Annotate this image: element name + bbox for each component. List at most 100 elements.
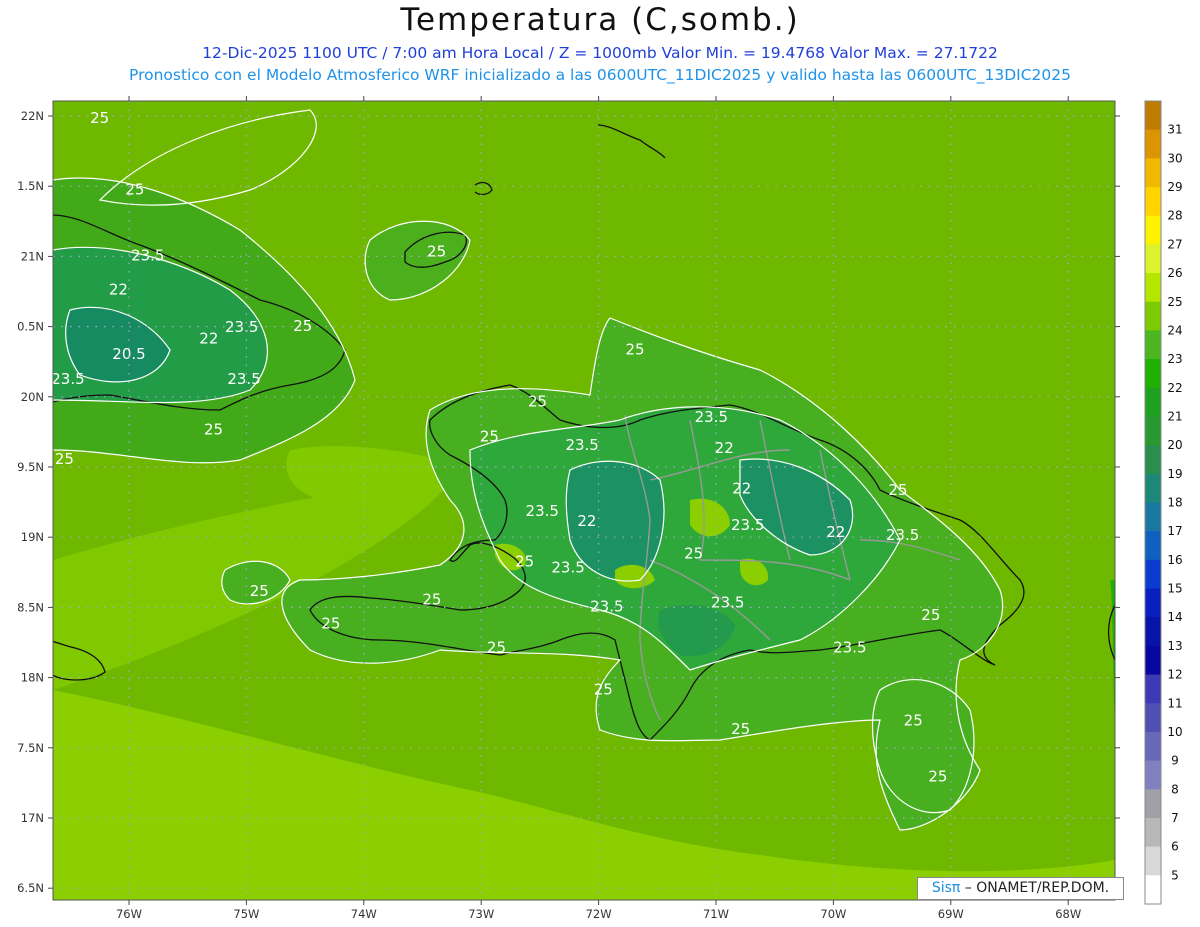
lon-label: 73W: [468, 907, 494, 921]
color-bar-swatch: [1145, 301, 1161, 331]
contour-label: 22: [109, 280, 128, 298]
color-bar-label: 27: [1167, 237, 1182, 251]
color-bar-label: 12: [1167, 668, 1182, 682]
color-bar-label: 15: [1167, 582, 1182, 596]
credit-sis: Sis: [931, 880, 952, 896]
color-bar-swatch: [1145, 674, 1161, 704]
color-bar-swatch: [1145, 645, 1161, 676]
lat-label: 0.5N: [17, 320, 44, 334]
color-bar-swatch: [1145, 187, 1161, 217]
contour-label: 25: [625, 341, 644, 359]
contour-label: 23.5: [227, 370, 260, 388]
color-bar-label: 20: [1167, 438, 1182, 452]
color-bar-label: 10: [1167, 725, 1182, 739]
color-bar-label: 24: [1167, 323, 1182, 337]
contour-label: 22: [732, 480, 751, 498]
contour-label: 23.5: [833, 638, 866, 656]
lon-label: 75W: [233, 907, 259, 921]
color-bar-label: 8: [1171, 782, 1179, 796]
contour-label: 25: [731, 720, 750, 738]
color-bar-swatch: [1145, 215, 1161, 245]
contour-label: 25: [427, 242, 446, 260]
contour-label: 25: [487, 638, 506, 656]
contour-label: 23.5: [51, 370, 84, 388]
contour-label: 22: [199, 329, 218, 347]
contour-label: 25: [528, 393, 547, 411]
map-field: [53, 101, 1115, 900]
color-bar-swatch: [1145, 817, 1161, 848]
lat-label: 6.5N: [17, 881, 44, 895]
contour-label: 25: [422, 591, 441, 609]
color-bar-swatch: [1145, 416, 1161, 446]
lon-label: 76W: [116, 907, 142, 921]
color-bar-swatch: [1145, 445, 1161, 475]
lon-label: 74W: [351, 907, 377, 921]
color-bar-label: 7: [1171, 811, 1179, 825]
color-bar-label: 9: [1171, 754, 1179, 768]
lat-label: 18N: [21, 671, 44, 685]
color-bar-label: 19: [1167, 467, 1182, 481]
contour-label: 25: [321, 614, 340, 632]
color-bar-label: 23: [1167, 352, 1182, 366]
color-bar-swatch: [1145, 846, 1161, 876]
contour-label: 23.5: [695, 408, 728, 426]
color-bar-swatch: [1145, 531, 1161, 561]
color-bar-swatch: [1145, 129, 1161, 159]
contour-label: 23.5: [131, 247, 164, 265]
contour-label: 25: [684, 544, 703, 562]
color-bar-label: 14: [1167, 610, 1182, 624]
lat-label: 17N: [21, 811, 44, 825]
color-bar-label: 21: [1167, 409, 1182, 423]
contour-label: 25: [921, 606, 940, 624]
color-bar-label: 22: [1167, 381, 1182, 395]
color-bar-swatch: [1145, 244, 1161, 274]
contour-label: 25: [90, 109, 109, 127]
color-bar-label: 17: [1167, 524, 1182, 538]
lat-label: 21N: [21, 249, 44, 263]
color-bar-label: 6: [1171, 840, 1179, 854]
lat-label: 22N: [21, 109, 44, 123]
contour-label: 25: [125, 181, 144, 199]
contour-label: 22: [715, 439, 734, 457]
contour-label: 25: [594, 680, 613, 698]
lat-label: 1.5N: [17, 179, 44, 193]
color-bar-label: 31: [1167, 123, 1182, 137]
contour-label: 23.5: [711, 593, 744, 611]
lon-label: 71W: [703, 907, 729, 921]
color-bar-label: 18: [1167, 496, 1182, 510]
contour-label: 25: [904, 711, 923, 729]
contour-label: 23.5: [565, 436, 598, 454]
color-bar-label: 11: [1167, 696, 1182, 710]
credit-box: Sisπ – ONAMET/REP.DOM.: [917, 877, 1124, 900]
color-bar-swatch: [1145, 273, 1161, 303]
color-bar-label: 30: [1167, 151, 1182, 165]
color-bar-swatch: [1145, 789, 1161, 819]
color-bar-swatch: [1145, 473, 1161, 503]
color-bar-swatch: [1145, 588, 1161, 618]
color-bar: 31 30 29 28 27 26 25 24 23 22 21 20 19 18 17 16 15 14 13 12…: [1144, 100, 1183, 905]
contour-label: 23.5: [526, 502, 559, 520]
color-bar-label: 13: [1167, 639, 1182, 653]
color-bar-swatch: [1145, 760, 1161, 790]
lat-label: 7.5N: [17, 741, 44, 755]
color-bar-swatch: [1145, 617, 1161, 647]
color-bar-label: 16: [1167, 553, 1182, 567]
color-bar-swatch: [1145, 703, 1161, 733]
color-bar-swatch: [1145, 875, 1161, 905]
color-bar-label: 28: [1167, 209, 1182, 223]
credit-text: – ONAMET/REP.DOM.: [960, 880, 1110, 896]
contour-label: 23.5: [731, 516, 764, 534]
color-bar-swatch: [1145, 387, 1161, 417]
lon-label: 72W: [586, 907, 612, 921]
lat-label: 9.5N: [17, 460, 44, 474]
lat-label: 19N: [21, 530, 44, 544]
lon-label: 68W: [1055, 907, 1081, 921]
contour-label: 23.5: [590, 598, 623, 616]
color-bar-swatch: [1145, 502, 1161, 532]
contour-label: 25: [928, 767, 947, 785]
lon-label: 69W: [938, 907, 964, 921]
color-bar-swatch: [1145, 158, 1161, 188]
lon-label: 70W: [820, 907, 846, 921]
lat-label: 8.5N: [17, 600, 44, 614]
color-bar-label: 5: [1171, 868, 1179, 882]
